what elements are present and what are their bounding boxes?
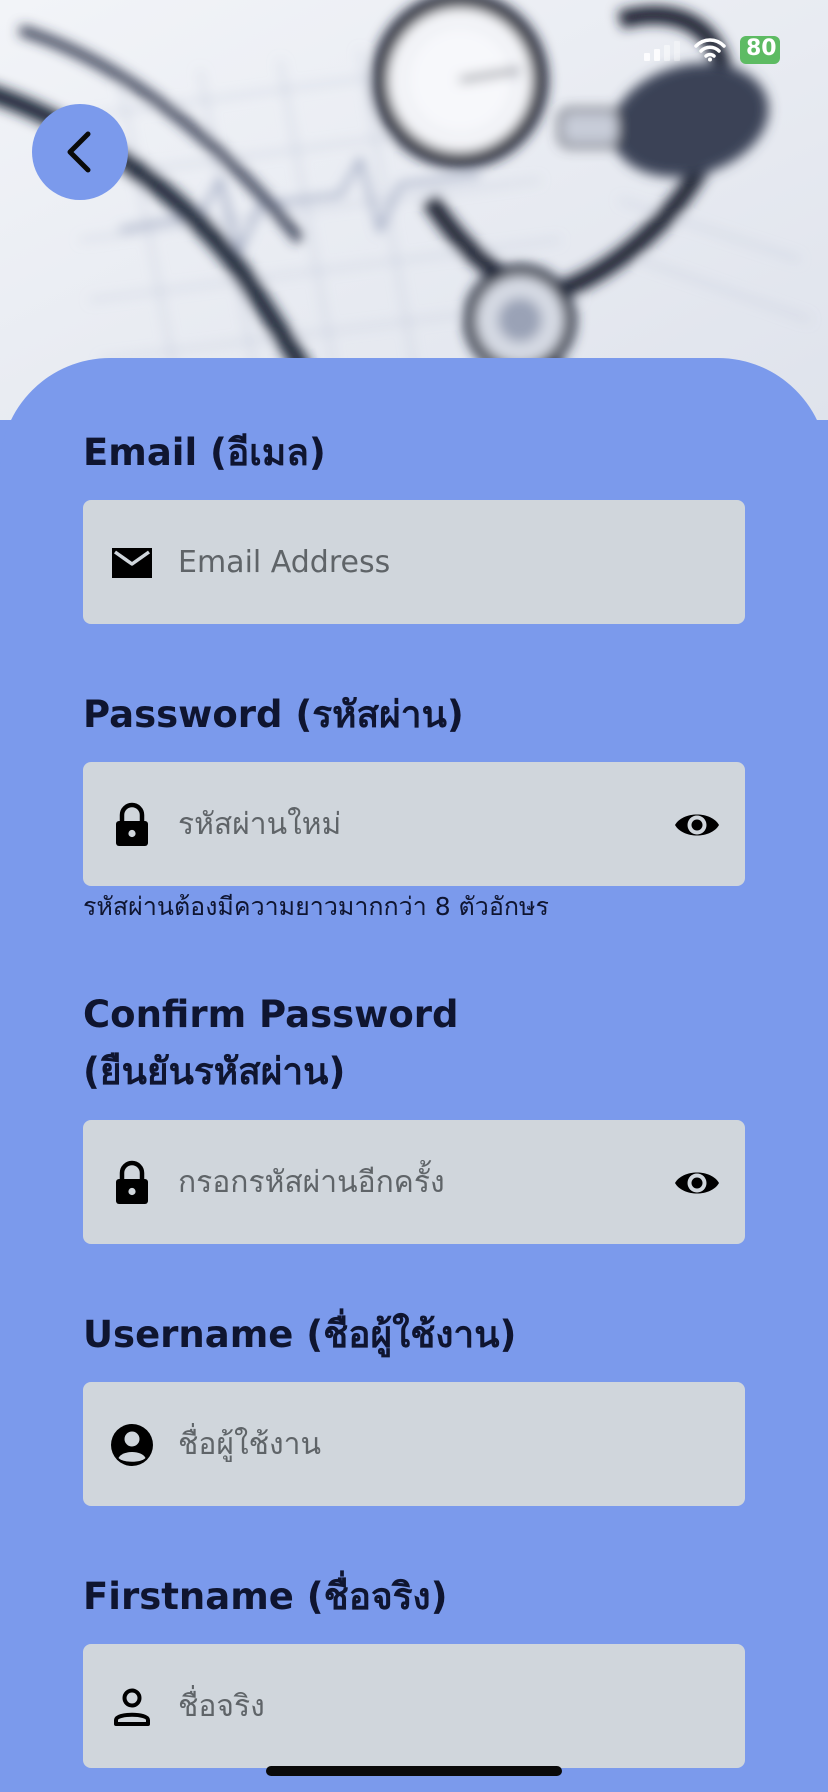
- mail-icon: [112, 548, 152, 578]
- firstname-field[interactable]: [83, 1644, 745, 1768]
- eye-icon[interactable]: [673, 802, 721, 848]
- firstname-input[interactable]: [178, 1644, 658, 1768]
- confirm-password-label-line1: Confirm Password: [83, 993, 459, 1036]
- confirm-password-input[interactable]: [178, 1120, 658, 1244]
- home-indicator: [266, 1766, 562, 1776]
- status-bar: 80: [644, 36, 780, 64]
- signup-screen: 80 Email (อีเมล) Password (รหัสผ่าน) รหั…: [0, 0, 828, 1792]
- username-label: Username (ชื่อผู้ใช้งาน): [83, 1313, 517, 1356]
- firstname-label: Firstname (ชื่อจริง): [83, 1575, 448, 1618]
- person-outline-icon: [114, 1688, 150, 1726]
- confirm-password-label: Confirm Password (ยืนยันรหัสผ่าน): [83, 986, 743, 1100]
- password-label: Password (รหัสผ่าน): [83, 693, 464, 736]
- email-input[interactable]: [178, 500, 658, 624]
- password-field[interactable]: [83, 762, 745, 886]
- lock-icon: [116, 802, 148, 846]
- username-field[interactable]: [83, 1382, 745, 1506]
- wifi-icon: [694, 38, 726, 62]
- account-circle-icon: [111, 1424, 153, 1466]
- confirm-password-field[interactable]: [83, 1120, 745, 1244]
- password-input[interactable]: [178, 762, 658, 886]
- email-label: Email (อีเมล): [83, 431, 326, 474]
- eye-icon[interactable]: [673, 1160, 721, 1206]
- chevron-left-icon: [67, 131, 91, 173]
- email-field[interactable]: [83, 500, 745, 624]
- password-hint: รหัสผ่านต้องมีความยาวมากกว่า 8 ตัวอักษร: [83, 892, 549, 921]
- back-button[interactable]: [32, 104, 128, 200]
- battery-indicator: 80: [740, 36, 780, 64]
- lock-icon: [116, 1160, 148, 1204]
- confirm-password-label-line2: (ยืนยันรหัสผ่าน): [83, 1050, 346, 1093]
- username-input[interactable]: [178, 1382, 658, 1506]
- cellular-signal-icon: [644, 39, 680, 61]
